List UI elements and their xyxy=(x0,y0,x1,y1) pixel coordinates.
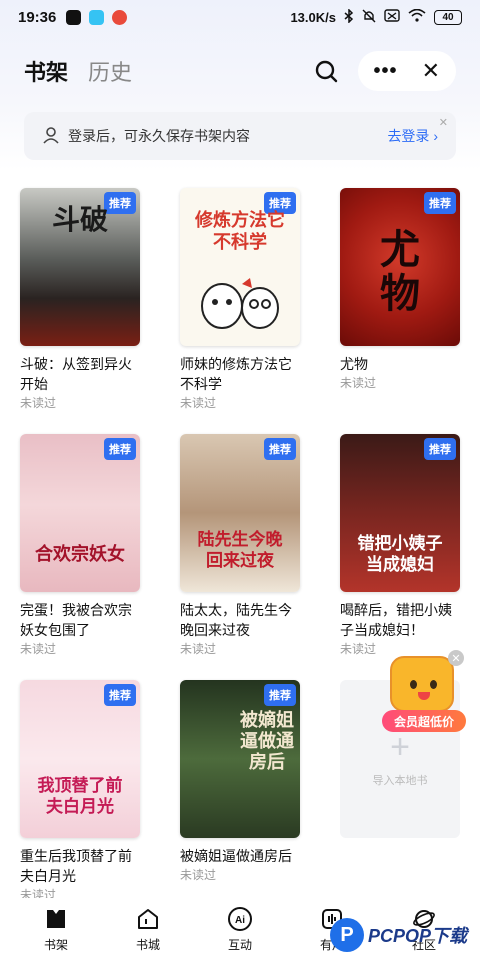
bluetooth-icon xyxy=(344,7,354,26)
watermark-logo: P xyxy=(330,918,364,952)
recommend-badge: 推荐 xyxy=(424,438,456,460)
cover-title: 合欢宗妖女 xyxy=(35,544,125,565)
book-cover[interactable]: 推荐 合欢宗妖女 xyxy=(20,434,140,592)
mascot-eye xyxy=(410,680,417,689)
search-icon[interactable] xyxy=(308,53,344,89)
cartoon-illustration xyxy=(201,278,279,329)
book-title: 尤物 xyxy=(340,356,368,372)
login-banner[interactable]: 登录后，可永久保存书架内容 去登录 › ✕ xyxy=(24,112,456,160)
cover-title: 错把小姨子当成媳妇 xyxy=(357,534,443,575)
book-title: 被嫡姐逼做通房后 xyxy=(180,848,292,864)
sim-icon xyxy=(384,9,400,25)
book-card[interactable]: 推荐 我顶替了前夫白月光 重生后我顶替了前夫白月光 未读过 xyxy=(20,680,140,926)
promo-label[interactable]: 会员超低价 xyxy=(382,710,466,732)
login-banner-text: 登录后，可永久保存书架内容 xyxy=(68,128,250,144)
book-card[interactable]: 推荐 尤物 尤物 未读过 xyxy=(340,188,460,434)
cover-title: 尤物 xyxy=(380,226,420,317)
book-title: 重生后我顶替了前夫白月光 xyxy=(20,848,132,884)
tab-bookshelf[interactable]: 书架 xyxy=(24,55,68,87)
mascot-mouth xyxy=(418,692,430,700)
watermark-text: PCPOP下载 xyxy=(368,926,468,946)
book-cover[interactable]: 推荐 我顶替了前夫白月光 xyxy=(20,680,140,838)
nav-label: 书架 xyxy=(43,938,68,952)
svg-text:Ai: Ai xyxy=(235,915,245,926)
wifi-icon xyxy=(408,8,426,25)
book-title: 师妹的修炼方法它不科学 xyxy=(180,356,292,392)
network-speed: 13.0K/s xyxy=(290,9,336,25)
more-icon[interactable]: ••• xyxy=(374,60,398,83)
book-card[interactable]: 推荐 修炼方法它不科学 师妹的修炼方法它不科学 未读过 xyxy=(180,188,300,434)
ai-icon: Ai xyxy=(227,906,253,932)
book-title: 喝醉后，错把小姨子当成媳妇！ xyxy=(340,602,452,638)
vip-promo-float[interactable]: 会员超低价 ✕ xyxy=(382,650,466,740)
cover-title: 陆先生今晚回来过夜 xyxy=(197,530,283,571)
mute-icon xyxy=(362,9,376,26)
read-status: 未读过 xyxy=(20,642,57,656)
top-header: 书架 历史 ••• ✕ xyxy=(0,46,480,96)
book-card[interactable]: 推荐 陆先生今晚回来过夜 陆太太，陆先生今晚回来过夜 未读过 xyxy=(180,434,300,680)
recommend-badge: 推荐 xyxy=(424,192,456,214)
book-card[interactable]: 推荐 被嫡姐逼做通房后 被嫡姐逼做通房后 未读过 xyxy=(180,680,300,926)
cover-title: 我顶替了前夫白月光 xyxy=(37,776,123,817)
tiktok-icon xyxy=(66,9,82,25)
close-icon[interactable]: ✕ xyxy=(422,58,440,84)
nav-label: 书城 xyxy=(135,938,160,952)
mascot-eye xyxy=(430,680,437,689)
book-title: 完蛋！我被合欢宗妖女包围了 xyxy=(20,602,132,638)
import-label: 导入本地书 xyxy=(372,775,428,787)
read-status: 未读过 xyxy=(340,376,377,390)
book-title: 陆太太，陆先生今晚回来过夜 xyxy=(180,602,292,638)
login-link[interactable]: 去登录 › xyxy=(387,126,438,146)
book-cover[interactable]: 推荐 修炼方法它不科学 xyxy=(180,188,300,346)
nav-item-bookstore[interactable]: 书城 xyxy=(108,898,188,960)
book-card[interactable]: 推荐 斗破 斗破：从签到异火开始 未读过 xyxy=(20,188,140,434)
status-right: 13.0K/s 40 xyxy=(290,7,462,26)
cover-title: 修炼方法它不科学 xyxy=(195,210,285,253)
header-actions: ••• ✕ xyxy=(308,51,456,91)
book-cover[interactable]: 推荐 尤物 xyxy=(340,188,460,346)
status-bar: 19:36 13.0K/s 40 xyxy=(0,0,480,34)
status-app-icons xyxy=(66,9,128,25)
read-status: 未读过 xyxy=(180,396,217,410)
close-promo-icon[interactable]: ✕ xyxy=(448,650,464,666)
book-cover[interactable]: 推荐 错把小姨子当成媳妇 xyxy=(340,434,460,592)
bookshelf-icon xyxy=(43,906,69,932)
recommend-badge: 推荐 xyxy=(104,684,136,706)
book-cover[interactable]: 推荐 斗破 xyxy=(20,188,140,346)
bookstore-icon xyxy=(135,906,161,932)
app-icon xyxy=(89,9,105,25)
cover-title: 被嫡姐逼做通房后 xyxy=(240,710,294,773)
recommend-badge: 推荐 xyxy=(264,438,296,460)
battery-icon: 40 xyxy=(434,9,462,25)
recommend-badge: 推荐 xyxy=(264,684,296,706)
app-icon xyxy=(112,9,128,25)
user-icon xyxy=(42,126,60,147)
nav-item-bookshelf[interactable]: 书架 xyxy=(16,898,96,960)
read-status: 未读过 xyxy=(180,642,217,656)
book-card[interactable]: 推荐 合欢宗妖女 完蛋！我被合欢宗妖女包围了 未读过 xyxy=(20,434,140,680)
book-cover[interactable]: 推荐 陆先生今晚回来过夜 xyxy=(180,434,300,592)
bookshelf-grid: 推荐 斗破 斗破：从签到异火开始 未读过 推荐 修炼方法它不科学 师妹的修炼方法… xyxy=(20,188,460,926)
book-cover[interactable]: 推荐 被嫡姐逼做通房后 xyxy=(180,680,300,838)
site-watermark: P PCPOP下载 xyxy=(330,912,480,958)
mascot-icon xyxy=(390,656,454,712)
recommend-badge: 推荐 xyxy=(104,438,136,460)
nav-item-interact[interactable]: Ai 互动 xyxy=(200,898,280,960)
close-banner-icon[interactable]: ✕ xyxy=(439,116,448,129)
tab-history[interactable]: 历史 xyxy=(88,55,132,87)
mini-program-capsule: ••• ✕ xyxy=(357,51,456,91)
book-title: 斗破：从签到异火开始 xyxy=(20,356,132,392)
read-status: 未读过 xyxy=(180,868,217,882)
read-status: 未读过 xyxy=(20,396,57,410)
status-time: 19:36 xyxy=(18,8,57,26)
book-card[interactable]: 推荐 错把小姨子当成媳妇 喝醉后，错把小姨子当成媳妇！ 未读过 xyxy=(340,434,460,680)
nav-label: 互动 xyxy=(227,938,252,952)
cover-title: 斗破 xyxy=(51,203,108,236)
